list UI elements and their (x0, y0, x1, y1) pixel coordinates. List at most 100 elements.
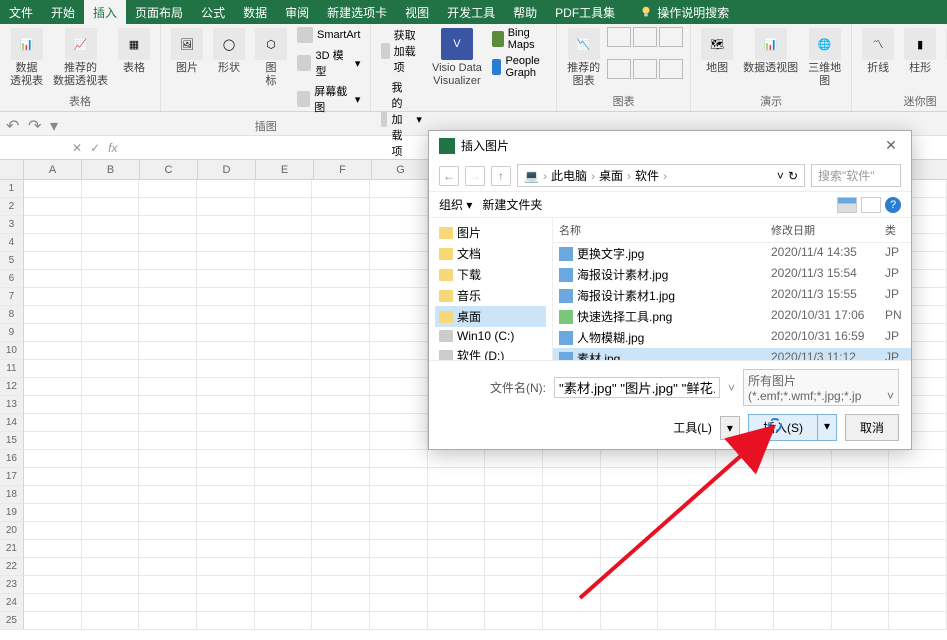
cell[interactable] (774, 576, 832, 594)
tab-new[interactable]: 新建选项卡 (318, 0, 396, 24)
cell[interactable] (832, 558, 890, 576)
cell[interactable] (485, 468, 543, 486)
cell[interactable] (82, 198, 140, 216)
sparkline-column[interactable]: ▮柱形 (900, 26, 940, 77)
smartart-button[interactable]: SmartArt (293, 26, 364, 44)
cell[interactable] (370, 450, 428, 468)
row-header[interactable]: 23 (0, 576, 24, 594)
cell[interactable] (82, 216, 140, 234)
cell[interactable] (543, 612, 601, 630)
cell[interactable] (139, 558, 197, 576)
cell[interactable] (312, 540, 370, 558)
tree-item[interactable]: 音乐 (435, 285, 546, 306)
icons-button[interactable]: ⬡图 标 (251, 26, 291, 116)
my-addins-button[interactable]: 我的加载项 ▾ (377, 78, 426, 160)
organize-button[interactable]: 组织 ▾ (439, 196, 472, 213)
cell[interactable] (774, 486, 832, 504)
cell[interactable] (832, 486, 890, 504)
tools-button[interactable]: 工具(L) (673, 419, 712, 436)
cell[interactable] (255, 306, 313, 324)
cell[interactable] (24, 504, 82, 522)
cell[interactable] (255, 396, 313, 414)
map-button[interactable]: 🗺地图 (697, 26, 737, 90)
cell[interactable] (485, 558, 543, 576)
cell[interactable] (716, 612, 774, 630)
cell[interactable] (82, 594, 140, 612)
cell[interactable] (139, 252, 197, 270)
cell[interactable] (716, 576, 774, 594)
sparkline-winloss[interactable]: ▬盈亏 (942, 26, 947, 77)
cell[interactable] (832, 504, 890, 522)
cell[interactable] (139, 414, 197, 432)
cell[interactable] (658, 540, 716, 558)
cell[interactable] (370, 198, 428, 216)
row-header[interactable]: 24 (0, 594, 24, 612)
cell[interactable] (255, 450, 313, 468)
cell[interactable] (370, 216, 428, 234)
cell[interactable] (312, 360, 370, 378)
tree-item[interactable]: 图片 (435, 222, 546, 243)
cell[interactable] (197, 396, 255, 414)
cancel-button[interactable]: 取消 (845, 414, 899, 441)
cell[interactable] (370, 558, 428, 576)
cell[interactable] (24, 270, 82, 288)
cell[interactable] (889, 450, 947, 468)
cell[interactable] (255, 360, 313, 378)
cell[interactable] (716, 558, 774, 576)
cell[interactable] (197, 324, 255, 342)
cell[interactable] (312, 216, 370, 234)
cell[interactable] (255, 288, 313, 306)
cell[interactable] (774, 540, 832, 558)
cell[interactable] (24, 216, 82, 234)
cell[interactable] (255, 468, 313, 486)
cell[interactable] (543, 594, 601, 612)
tree-item[interactable]: Win10 (C:) (435, 327, 546, 345)
cell[interactable] (889, 486, 947, 504)
help-icon[interactable]: ? (885, 197, 901, 213)
cell[interactable] (889, 522, 947, 540)
cell[interactable] (255, 252, 313, 270)
cell[interactable] (774, 468, 832, 486)
cell[interactable] (197, 288, 255, 306)
cell[interactable] (658, 486, 716, 504)
cell[interactable] (889, 468, 947, 486)
cell[interactable] (312, 576, 370, 594)
row-header[interactable]: 15 (0, 432, 24, 450)
cell[interactable] (312, 306, 370, 324)
3d-model-button[interactable]: 3D 模型 ▾ (293, 46, 364, 80)
cell[interactable] (601, 558, 659, 576)
chart-type-3[interactable] (659, 27, 683, 47)
cell[interactable] (428, 486, 486, 504)
tab-view[interactable]: 视图 (396, 0, 438, 24)
cell[interactable] (139, 504, 197, 522)
cell[interactable] (774, 504, 832, 522)
cell[interactable] (255, 270, 313, 288)
cell[interactable] (139, 342, 197, 360)
cancel-formula-icon[interactable]: ✕ (72, 141, 82, 155)
cell[interactable] (82, 396, 140, 414)
cell[interactable] (601, 576, 659, 594)
cell[interactable] (601, 612, 659, 630)
cell[interactable] (889, 540, 947, 558)
select-all-corner[interactable] (0, 160, 24, 179)
cell[interactable] (24, 468, 82, 486)
tab-home[interactable]: 开始 (42, 0, 84, 24)
cell[interactable] (139, 468, 197, 486)
row-header[interactable]: 7 (0, 288, 24, 306)
tools-dropdown[interactable]: ▾ (720, 416, 740, 440)
tab-help[interactable]: 帮助 (504, 0, 546, 24)
row-header[interactable]: 21 (0, 540, 24, 558)
cell[interactable] (312, 558, 370, 576)
row-header[interactable]: 22 (0, 558, 24, 576)
cell[interactable] (370, 234, 428, 252)
cell[interactable] (312, 270, 370, 288)
cell[interactable] (428, 540, 486, 558)
cell[interactable] (312, 252, 370, 270)
cell[interactable] (370, 540, 428, 558)
cell[interactable] (716, 594, 774, 612)
cell[interactable] (658, 612, 716, 630)
col-header-b[interactable]: B (82, 160, 140, 179)
cell[interactable] (197, 180, 255, 198)
cell[interactable] (24, 612, 82, 630)
preview-toggle-button[interactable] (861, 197, 881, 213)
